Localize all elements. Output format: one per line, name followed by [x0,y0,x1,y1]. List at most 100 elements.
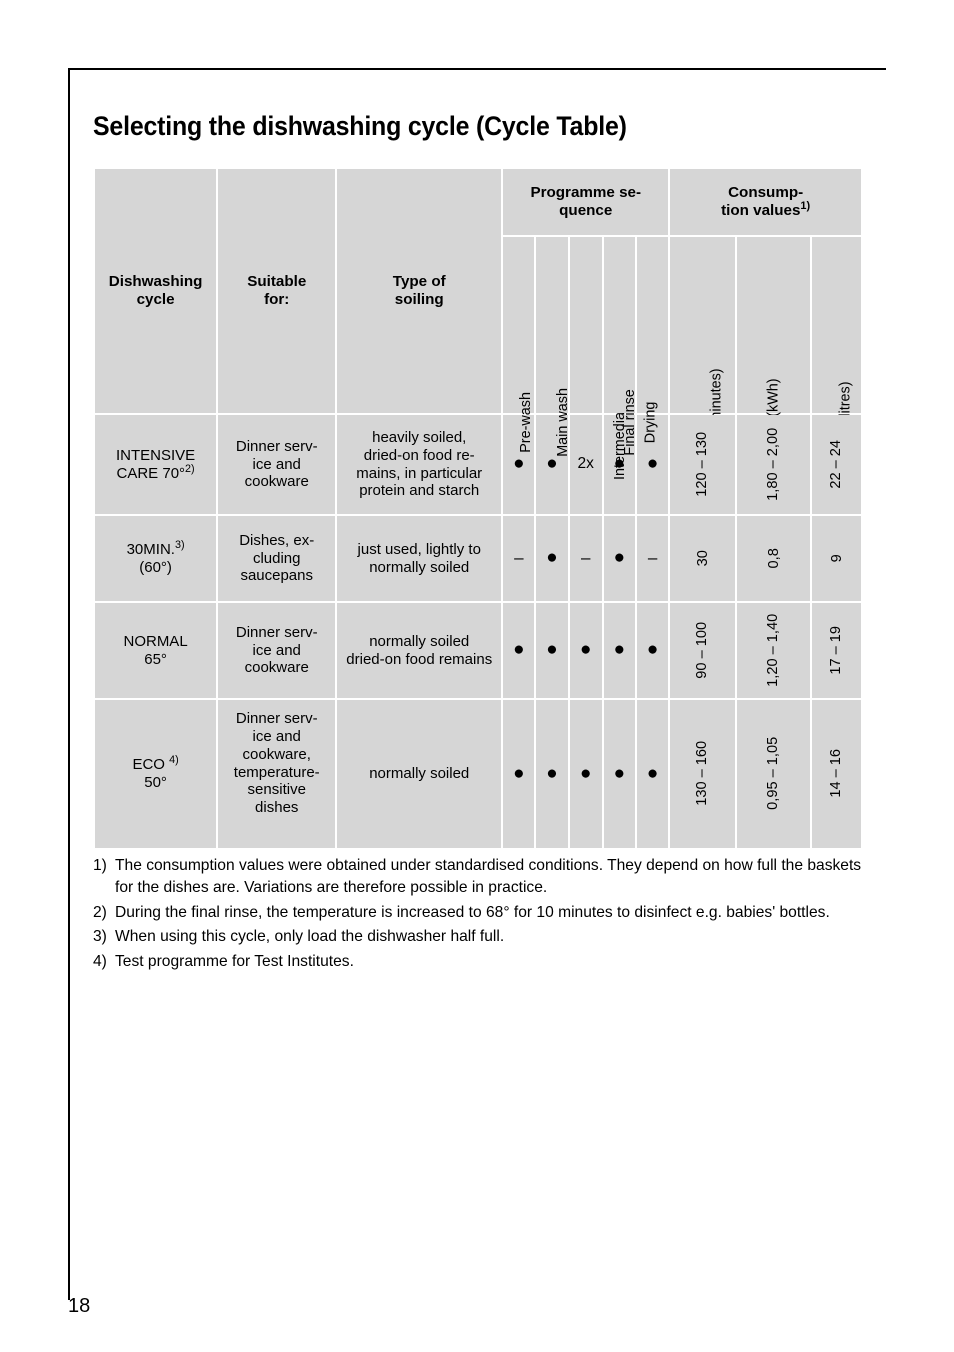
row-length-value-text: 30 [694,549,711,567]
table-row: ECO 4) 50° Dinner serv- ice and cookware… [95,700,861,848]
row-cycle-name-line2: (60°) [139,558,172,576]
header-final-rinse: Final rinse [603,237,638,456]
row-cycle-name-line1-text: ECO [132,756,170,774]
row-energy-value-text: 1,20 – 1,40 [765,613,782,687]
header-dishwashing-cycle-line2: cycle [136,291,175,308]
row-type-of-soiling: normally soiled dried-on food remains [337,603,502,698]
footnote-number: 4) [93,952,107,970]
row-final-rinse-mark: ● [603,603,636,698]
table-row: INTENSIVE CARE 70°2) Dinner serv- ice an… [95,415,861,514]
footnotes-list: 1) The consumption values were obtained … [93,855,865,975]
row-main-wash-mark: ● [536,700,568,848]
page-number: 18 [68,1295,91,1317]
row-cycle-name-line1: ECO 4) [95,754,216,774]
footnote-item: 3) When using this cycle, only load the … [93,926,865,948]
row-main-wash-mark: ● [536,516,568,601]
row-energy-value: 1,80 – 2,00 [737,415,811,514]
page-title: Selecting the dishwashing cycle (Cycle T… [93,110,627,141]
row-length-value: 90 – 100 [670,603,736,698]
cycle-table: Dishwashing cycle Suitable for: Type of … [93,167,863,850]
row-energy-value-text: 1,80 – 2,00 [765,427,782,501]
header-dishwashing-cycle-line1: Dishwashing [108,272,203,290]
row-cycle-footnote-ref: 3) [174,538,185,551]
header-programme-sequence: Programme se- quence [503,169,669,235]
header-consumption-values-line1: Consump- [728,183,804,201]
header-pre-wash-label: Pre-wash [518,392,535,453]
row-main-wash-mark: ● [536,603,568,698]
row-cycle-name: NORMAL 65° [95,603,217,698]
row-energy-value: 1,20 – 1,40 [737,603,811,698]
header-consumption-values-text: tion values [721,202,801,219]
row-water-value-text: 17 – 19 [828,625,845,675]
footnote-item: 1) The consumption values were obtained … [93,855,865,900]
row-intermediate-rinse-mark: – [569,516,602,601]
row-pre-wash-mark: ● [503,603,535,698]
header-type-of-soiling-line1: Type of [392,272,446,290]
header-consumption-values-line2: tion values1) [670,200,861,220]
row-length-value-text: 130 – 160 [694,741,711,807]
row-water-value-text: 14 – 16 [828,749,845,798]
row-cycle-footnote-ref: 4) [169,754,179,767]
row-cycle-name-line1-text: 30MIN. [126,540,175,558]
header-length-minutes: Length (minutes) [670,237,736,476]
row-cycle-name: ECO 4) 50° [95,700,217,848]
footnote-item: 4) Test programme for Test Institutes. [93,951,865,973]
row-length-value: 130 – 160 [670,700,736,848]
row-cycle-name-line1: NORMAL [123,632,188,650]
header-pre-wash: Pre-wash [503,237,535,453]
page-frame-vertical-rule [68,68,70,1300]
footnote-text: During the final rinse, the temperature … [115,903,830,921]
row-final-rinse-mark: ● [603,516,636,601]
header-drying: Drying [637,237,669,443]
header-suitable-for: Suitable for: [218,169,336,413]
header-type-of-soiling-line2: soiling [394,291,444,308]
footnote-text: Test programme for Test Institutes. [115,952,354,970]
table-row: NORMAL 65° Dinner serv- ice and cookware… [95,603,861,698]
row-energy-value-text: 0,8 [765,547,782,569]
row-cycle-footnote-ref: 2) [185,462,195,475]
row-water-value-text: 9 [828,554,845,563]
row-cycle-name-line1: INTENSIVE [115,446,196,464]
row-cycle-name-line2: CARE 70°2) [95,462,216,483]
header-energy-kwh: Energy (kWh) [737,237,811,466]
header-dishwashing-cycle: Dishwashing cycle [95,169,217,413]
footnote-number: 2) [93,903,107,921]
row-drying-mark: – [637,516,669,601]
header-intermediate-rinse: Intermediate rinse [569,237,628,480]
row-type-of-soiling: heavily soiled, dried-on food re- mains,… [337,415,502,514]
header-suitable-for-line2: for: [264,291,290,308]
table-row: 30MIN.3) (60°) Dishes, ex- cluding sauce… [95,516,861,601]
row-energy-value: 0,95 – 1,05 [737,700,811,848]
row-drying-mark: ● [637,700,669,848]
row-suitable-for: Dinner serv- ice and cookware, temperatu… [218,700,336,848]
footnote-text: When using this cycle, only load the dis… [115,928,505,946]
row-cycle-name-line2: 50° [144,774,167,791]
footnote-number: 1) [93,857,107,874]
table-group-header-row: Dishwashing cycle Suitable for: Type of … [95,169,861,413]
row-cycle-name: 30MIN.3) (60°) [95,516,217,601]
row-final-rinse-mark: ● [603,700,636,848]
header-final-rinse-label: Final rinse [621,389,638,456]
row-water-value: 22 – 24 [812,415,861,514]
footnote-item: 2) During the final rinse, the temperatu… [93,902,865,924]
footnote-text: The consumption values were obtained und… [115,857,862,897]
row-cycle-name: INTENSIVE CARE 70°2) [95,415,217,514]
row-intermediate-rinse-mark: 2x [569,415,602,514]
header-drying-label: Drying [642,401,659,444]
row-water-value-text: 22 – 24 [828,439,845,489]
row-cycle-name-line1: 30MIN.3) [95,538,216,559]
row-cycle-name-line2: 65° [144,650,167,668]
row-energy-value: 0,8 [737,516,811,601]
header-consumption-values: Consump- tion values1) [670,169,861,235]
row-energy-value-text: 0,95 – 1,05 [765,737,782,811]
row-suitable-for: Dishes, ex- cluding saucepans [218,516,336,601]
row-length-value: 30 [670,516,736,601]
row-cycle-name-line2-text: CARE 70° [116,464,186,482]
row-suitable-for: Dinner serv- ice and cookware [218,603,336,698]
header-suitable-for-line1: Suitable [247,272,307,290]
row-length-value: 120 – 130 [670,415,736,514]
header-programme-sequence-line1: Programme se- [530,183,642,201]
row-length-value-text: 90 – 100 [694,621,711,679]
row-water-value: 9 [812,516,861,601]
row-length-value-text: 120 – 130 [694,431,711,497]
